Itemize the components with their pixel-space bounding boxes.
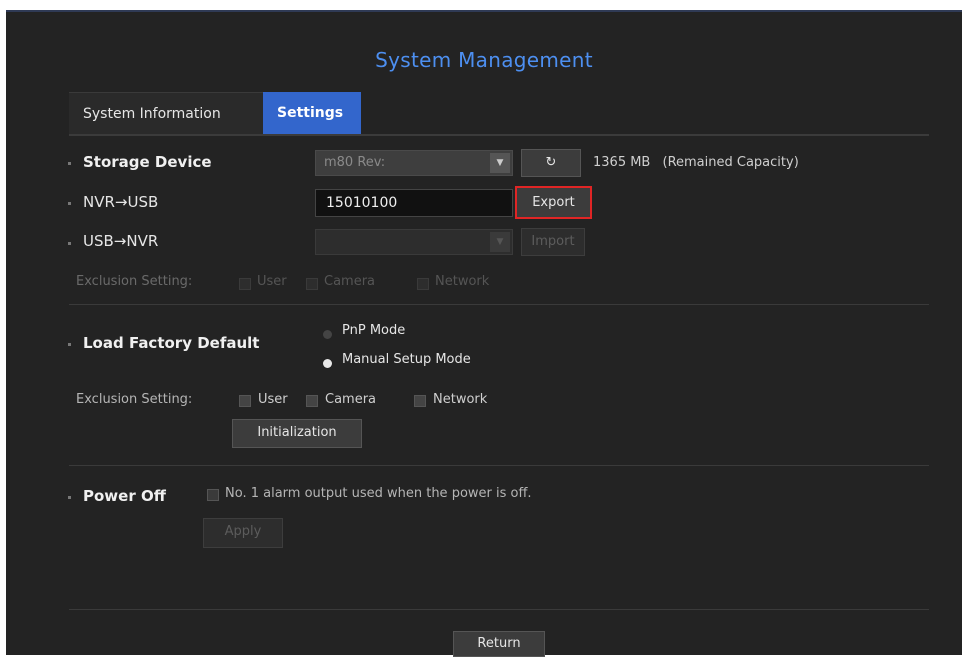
tab-divider (69, 134, 929, 136)
bullet-icon (68, 242, 71, 245)
exclusion-setting-label: Exclusion Setting: (76, 274, 193, 289)
nvr-usb-label: NVR→USB (83, 193, 159, 211)
bullet-icon (68, 162, 71, 165)
manual-setup-mode-radio[interactable] (323, 359, 332, 368)
bullet-icon (68, 202, 71, 205)
section-divider (69, 465, 929, 466)
exclude-user-checkbox[interactable] (239, 278, 251, 290)
factory-exclude-user-label: User (258, 392, 288, 407)
export-filename-input[interactable]: 15010100 (315, 189, 513, 217)
initialization-button[interactable]: Initialization (232, 419, 362, 448)
power-off-label: Power Off (83, 487, 166, 505)
capacity-value: 1365 MB (593, 155, 651, 170)
export-button[interactable]: Export (515, 186, 592, 219)
refresh-icon: ↻ (545, 155, 557, 170)
load-factory-default-label: Load Factory Default (83, 334, 260, 352)
storage-device-value: m80 Rev: (324, 155, 386, 170)
tab-system-information[interactable]: System Information (69, 92, 263, 134)
exclude-network-checkbox[interactable] (417, 278, 429, 290)
exclude-network-label: Network (435, 274, 490, 289)
bullet-icon (68, 496, 71, 499)
exclude-camera-label: Camera (324, 274, 376, 289)
factory-exclude-network-label: Network (433, 392, 488, 407)
tab-settings[interactable]: Settings (263, 92, 361, 134)
factory-exclude-camera-checkbox[interactable] (306, 395, 318, 407)
import-file-select[interactable]: ▼ (315, 229, 513, 255)
pnp-mode-radio[interactable] (323, 330, 332, 339)
bullet-icon (68, 343, 71, 346)
exclude-user-label: User (257, 274, 287, 289)
usb-nvr-label: USB→NVR (83, 232, 159, 250)
alarm-output-checkbox[interactable] (207, 489, 219, 501)
system-management-window: System Management System Information Set… (6, 10, 962, 657)
chevron-down-icon: ▼ (490, 153, 510, 173)
return-button[interactable]: Return (453, 631, 545, 657)
exclude-camera-checkbox[interactable] (306, 278, 318, 290)
chevron-down-icon: ▼ (490, 232, 510, 252)
storage-device-select[interactable]: m80 Rev: ▼ (315, 150, 513, 176)
capacity-suffix: (Remained Capacity) (662, 155, 799, 170)
apply-button[interactable]: Apply (203, 518, 283, 548)
page-title: System Management (375, 48, 593, 72)
storage-device-label: Storage Device (83, 153, 212, 171)
pnp-mode-label: PnP Mode (342, 323, 406, 338)
factory-exclude-user-checkbox[interactable] (239, 395, 251, 407)
refresh-button[interactable]: ↻ (521, 149, 581, 177)
manual-setup-mode-label: Manual Setup Mode (342, 352, 471, 367)
factory-exclude-camera-label: Camera (325, 392, 377, 407)
section-divider (69, 304, 929, 305)
alarm-output-label: No. 1 alarm output used when the power i… (225, 486, 532, 501)
factory-exclude-network-checkbox[interactable] (414, 395, 426, 407)
import-button[interactable]: Import (521, 228, 585, 256)
section-divider (69, 609, 929, 610)
factory-exclusion-label: Exclusion Setting: (76, 392, 193, 407)
capacity-text: 1365 MB (Remained Capacity) (593, 155, 799, 170)
